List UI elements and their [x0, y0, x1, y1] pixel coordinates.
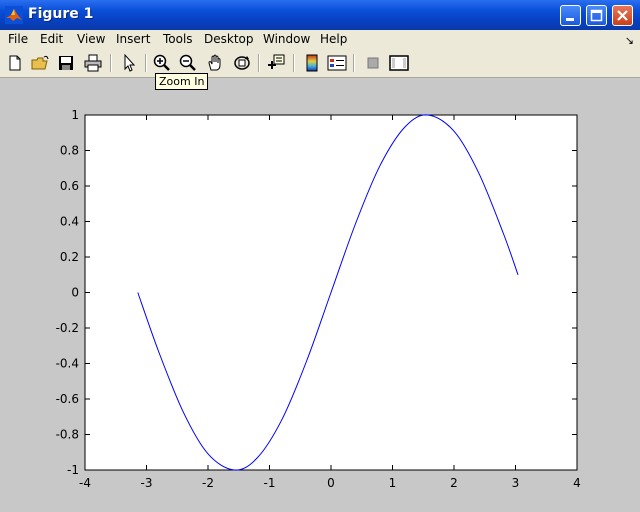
x-tick-label: -3	[141, 476, 153, 490]
y-tick-label: -0.4	[56, 357, 79, 371]
y-tick-label: 0.8	[60, 144, 79, 158]
y-tick-label: 1	[71, 108, 79, 122]
y-tick-label: 0.6	[60, 179, 79, 193]
x-tick-label: -1	[264, 476, 276, 490]
x-tick-label: 2	[450, 476, 458, 490]
x-tick-label: 0	[327, 476, 335, 490]
x-tick-label: 1	[389, 476, 397, 490]
y-tick-label: 0.2	[60, 250, 79, 264]
y-tick-label: 0.4	[60, 215, 79, 229]
y-tick-label: -0.2	[56, 321, 79, 335]
x-tick-label: 3	[512, 476, 520, 490]
y-tick-label: -0.6	[56, 392, 79, 406]
x-tick-label: 4	[573, 476, 581, 490]
x-tick-label: -2	[202, 476, 214, 490]
figure-axes[interactable]: -4 -3 -2 -1 0 1 2 3 4 -1 -0.8 -0.6 -0.4 -0.2 0 0.2 0.4 0.…	[0, 0, 640, 512]
y-tick-label: -0.8	[56, 428, 79, 442]
y-tick-label: -1	[67, 463, 79, 477]
y-tick-label: 0	[71, 286, 79, 300]
x-tick-label: -4	[79, 476, 91, 490]
